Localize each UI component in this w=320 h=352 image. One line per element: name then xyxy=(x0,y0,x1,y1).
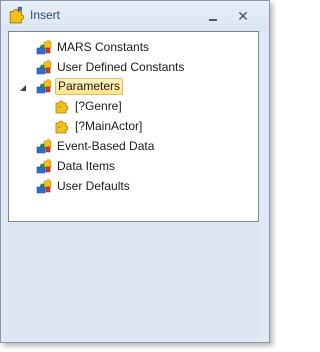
puzzle-pieces-icon xyxy=(9,6,25,24)
close-button[interactable]: ✕ xyxy=(235,8,251,24)
insert-tree[interactable]: MARS Constants User Defined Constants Pa… xyxy=(8,31,259,222)
tree-item-label: User Defined Constants xyxy=(57,60,185,74)
puzzle-pieces-icon xyxy=(36,158,52,174)
tree-item-label: Parameters xyxy=(55,78,124,95)
insert-window: Insert ✕ MARS Constants User Defined Con… xyxy=(0,0,270,343)
tree-item-label: Data Items xyxy=(57,159,116,173)
puzzle-pieces-icon xyxy=(36,138,52,154)
puzzle-pieces-icon xyxy=(36,78,52,94)
yellow-puzzle-icon xyxy=(54,118,70,134)
tree-item-label: [?MainActor] xyxy=(75,119,143,133)
description-panel xyxy=(8,223,259,337)
expand-collapse-icon[interactable] xyxy=(20,85,26,91)
tree-item-label: [?Genre] xyxy=(75,99,122,113)
puzzle-pieces-icon xyxy=(36,178,52,194)
tree-item-label: User Defaults xyxy=(57,179,130,193)
minimize-button[interactable] xyxy=(205,8,221,24)
puzzle-pieces-icon xyxy=(36,39,52,55)
yellow-puzzle-icon xyxy=(54,98,70,114)
title-bar[interactable]: Insert ✕ xyxy=(1,1,269,31)
tree-item-label: Event-Based Data xyxy=(57,139,155,153)
window-title: Insert xyxy=(30,8,61,22)
puzzle-pieces-icon xyxy=(36,59,52,75)
tree-item-label: MARS Constants xyxy=(57,40,150,54)
